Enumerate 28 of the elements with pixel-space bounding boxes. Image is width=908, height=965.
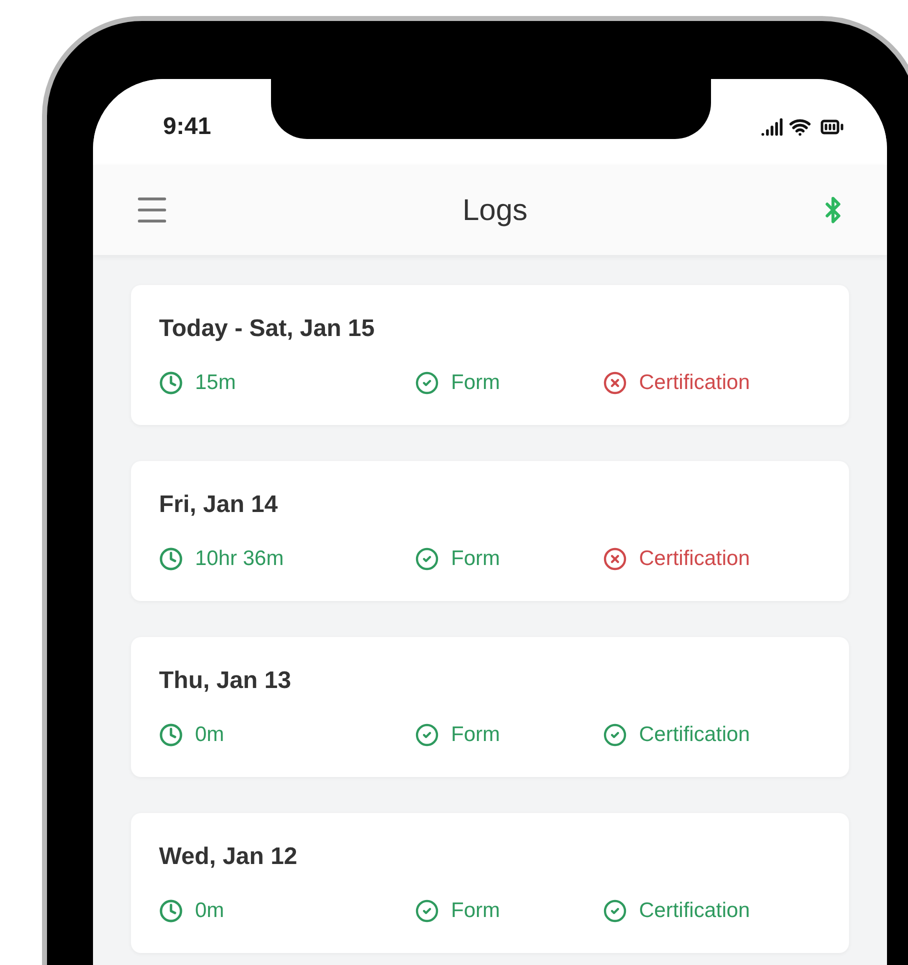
duration-label: 10hr 36m: [195, 546, 284, 572]
wifi-icon: [789, 116, 811, 138]
header-title: Logs: [462, 192, 528, 228]
status-label: Form: [451, 722, 500, 748]
status-label: Form: [451, 546, 500, 572]
status-label: Certification: [639, 722, 750, 748]
status-label: Form: [451, 898, 500, 924]
log-date: Thu, Jan 13: [159, 666, 292, 696]
clock-icon: [159, 898, 183, 923]
clock-icon: [159, 546, 183, 571]
status-label: Form: [451, 370, 500, 396]
log-card[interactable]: Today - Sat, Jan 15 15m Form Certification: [131, 285, 849, 425]
duration-label: 0m: [195, 898, 224, 924]
duration-label: 0m: [195, 722, 224, 748]
status-time: 9:41: [163, 112, 212, 142]
status-label: Certification: [639, 370, 750, 396]
clock-icon: [159, 370, 183, 395]
log-card[interactable]: Thu, Jan 13 0m Form Certification: [131, 637, 849, 777]
log-date: Wed, Jan 12: [159, 842, 298, 872]
log-date: Today - Sat, Jan 15: [159, 314, 376, 344]
signal-icon: [761, 116, 783, 138]
log-card[interactable]: Fri, Jan 14 10hr 36m Form Certification: [131, 461, 849, 601]
clock-icon: [159, 722, 183, 747]
status-label: Certification: [639, 898, 750, 924]
duration-label: 15m: [195, 370, 236, 396]
status-label: Certification: [639, 546, 750, 572]
log-date: Fri, Jan 14: [159, 490, 279, 520]
log-card[interactable]: Wed, Jan 12 0m Form Certification: [131, 813, 849, 953]
